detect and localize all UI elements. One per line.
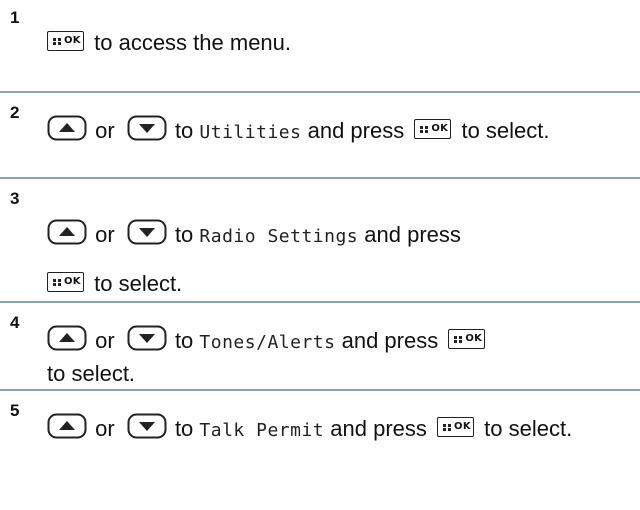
separator (0, 91, 640, 93)
step-number: 2 (10, 103, 20, 122)
down-arrow-key-icon (127, 413, 167, 439)
separator (0, 177, 640, 179)
up-arrow-key-icon (47, 115, 87, 141)
down-arrow-key-icon (127, 325, 167, 351)
step-instruction: to access the menu. (94, 30, 292, 55)
step-text: or to Utilities and press OK to select. (47, 115, 626, 148)
menu-item-name: Utilities (199, 122, 302, 143)
up-arrow-key-icon (47, 325, 87, 351)
step-text: OK to access the menu. (47, 27, 626, 58)
menu-ok-key-icon: OK (414, 119, 452, 140)
menu-item-name: Tones/Alerts (199, 332, 336, 353)
step-number: 5 (10, 401, 20, 420)
up-arrow-key-icon (47, 413, 87, 439)
step-number: 4 (10, 313, 20, 332)
step-number: 1 (10, 8, 20, 27)
step-number: 3 (10, 189, 20, 208)
menu-ok-key-icon: OK (47, 31, 84, 52)
step-text: or to Radio Settings and press OK to sel… (47, 211, 626, 307)
separator (0, 389, 640, 391)
menu-ok-key-icon: OK (437, 417, 475, 438)
menu-item-name: Talk Permit (199, 420, 325, 441)
down-arrow-key-icon (127, 219, 167, 245)
step-text: or to Talk Permit and press OK to select… (47, 413, 626, 446)
down-arrow-key-icon (127, 115, 167, 141)
separator (0, 301, 640, 303)
step-text: or to Tones/Alerts and press OK to selec… (47, 325, 626, 389)
menu-item-name: Radio Settings (199, 226, 359, 247)
up-arrow-key-icon (47, 219, 87, 245)
menu-ok-key-icon: OK (47, 272, 84, 293)
menu-ok-key-icon: OK (448, 329, 486, 350)
